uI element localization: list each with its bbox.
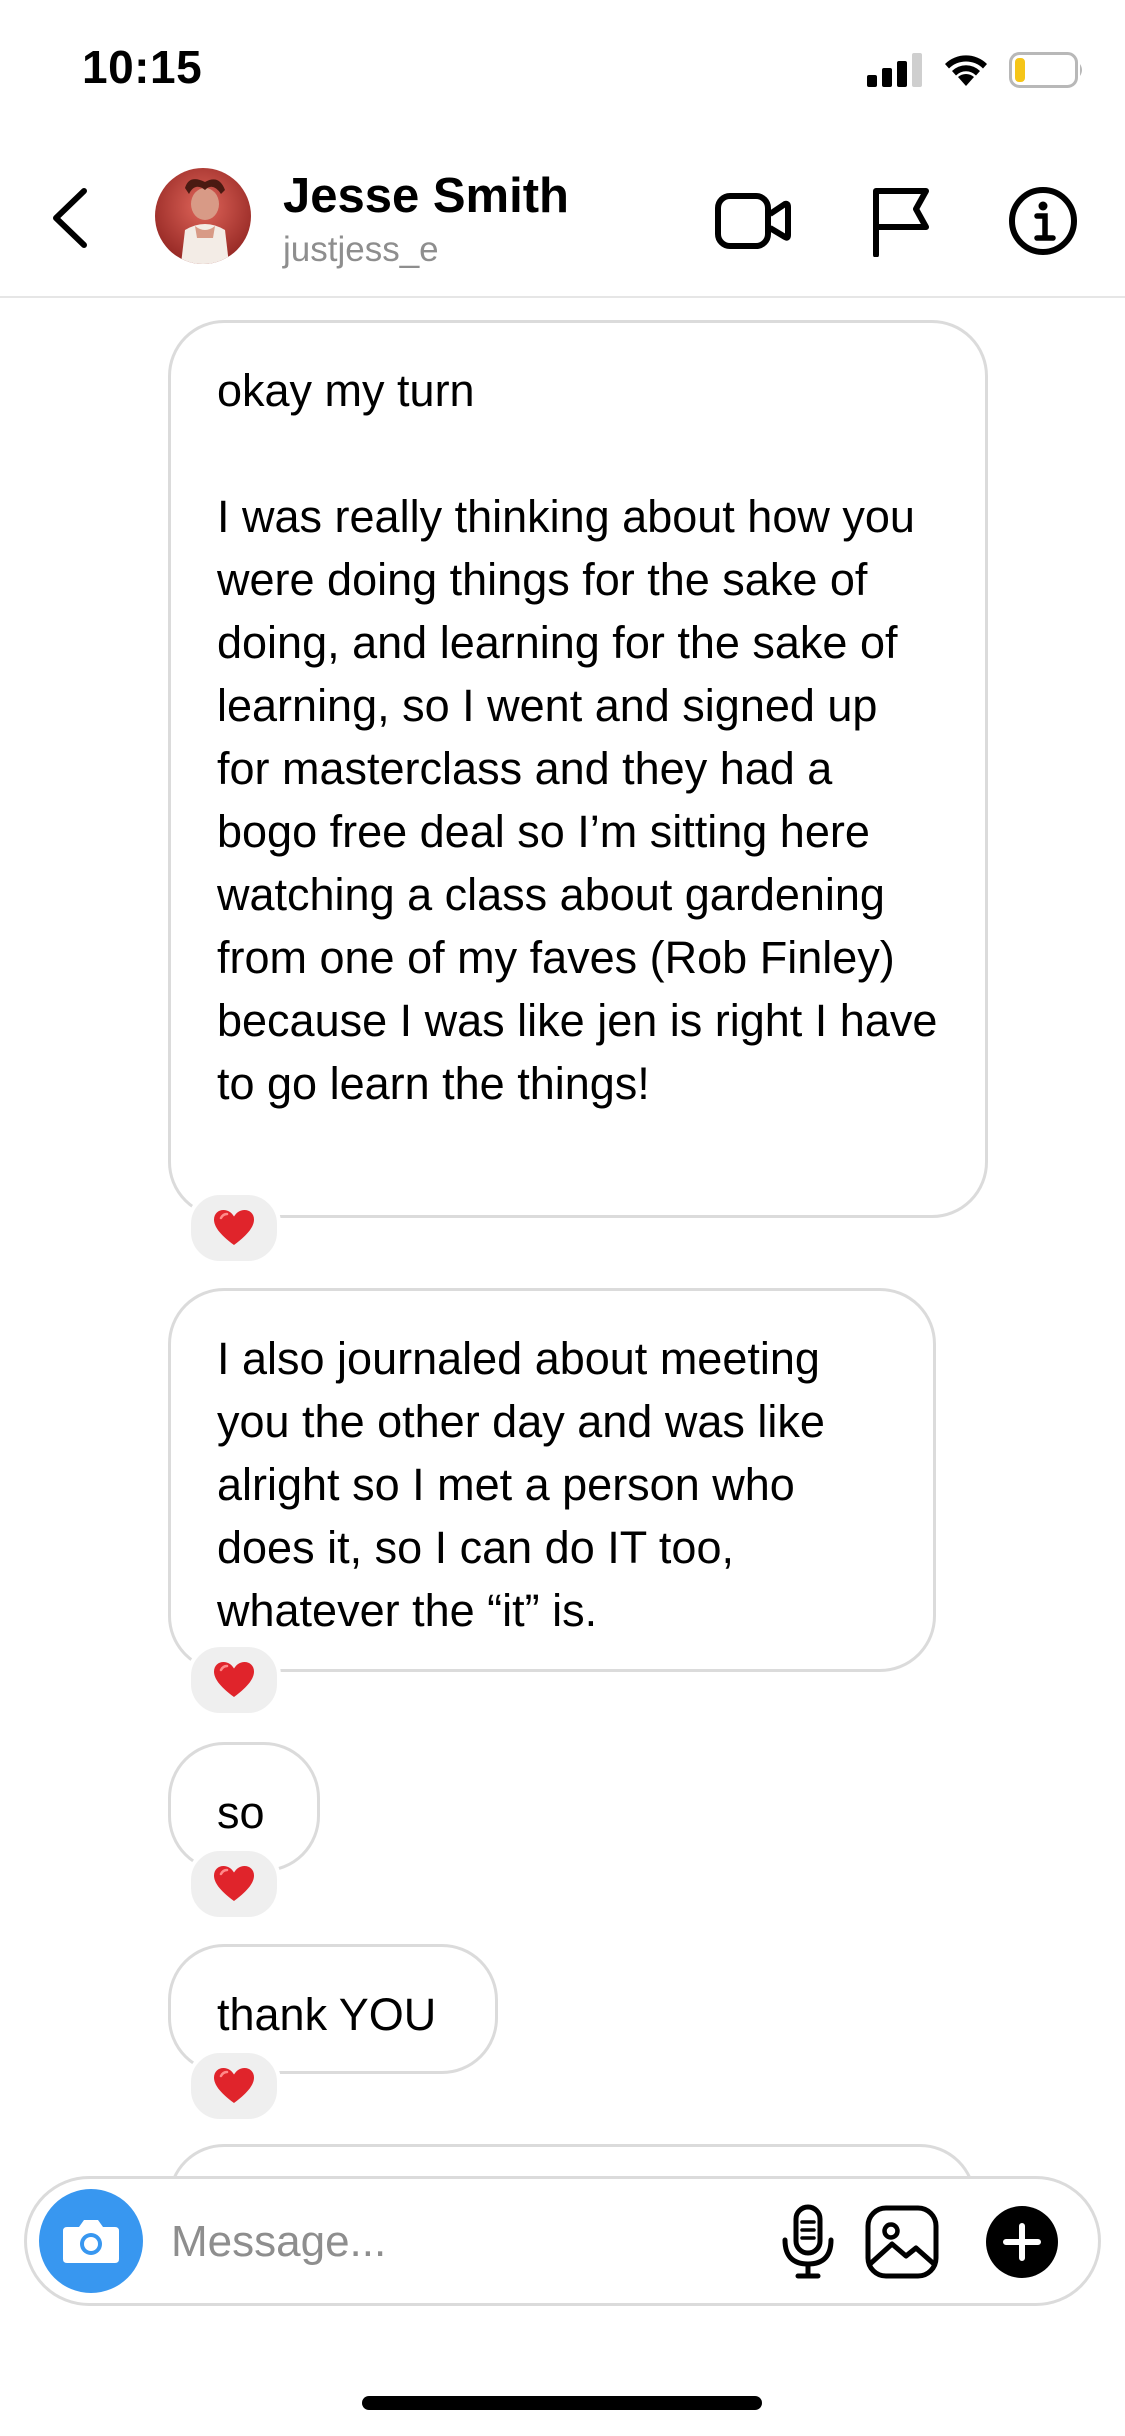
status-icons — [867, 48, 1085, 92]
chevron-left-icon — [53, 188, 87, 248]
heart-icon — [214, 2068, 254, 2103]
report-flag-button[interactable] — [856, 176, 946, 266]
battery-icon — [1009, 52, 1082, 88]
back-button[interactable] — [38, 178, 102, 258]
contact-name[interactable]: Jesse Smith — [283, 168, 569, 224]
camera-icon — [63, 2220, 119, 2263]
cellular-signal-icon — [867, 53, 922, 87]
video-call-button[interactable] — [708, 176, 798, 266]
wifi-icon — [945, 55, 987, 86]
message-composer — [24, 2176, 1101, 2306]
message-bubble[interactable]: I also journaled about meeting you the o… — [168, 1288, 936, 1717]
info-icon — [1009, 187, 1077, 255]
gallery-button[interactable] — [859, 2199, 945, 2285]
heart-icon — [214, 1210, 254, 1245]
microphone-icon — [782, 2204, 834, 2279]
voice-message-button[interactable] — [765, 2199, 851, 2285]
profile-photo — [155, 168, 251, 264]
message-bubble[interactable]: okay my turn I was really thinking about… — [168, 320, 988, 1265]
avatar[interactable] — [155, 168, 251, 264]
video-call-icon — [715, 193, 791, 249]
gallery-icon — [865, 2205, 939, 2279]
status-time: 10:15 — [82, 41, 203, 93]
status-bar: 10:15 — [0, 0, 1125, 140]
heart-icon — [214, 1866, 254, 1901]
message-bubble[interactable]: thank YOU — [168, 1944, 498, 2123]
message-text: I also journaled about meeting you the o… — [217, 1333, 838, 1636]
camera-button[interactable] — [39, 2189, 143, 2293]
heart-reaction[interactable] — [187, 1191, 281, 1265]
plus-icon — [986, 2206, 1058, 2278]
heart-reaction[interactable] — [187, 1643, 281, 1717]
message-input[interactable] — [169, 2201, 733, 2283]
message-thread[interactable]: okay my turn I was really thinking about… — [0, 298, 1125, 2178]
message-bubble[interactable] — [168, 2144, 976, 2178]
flag-icon — [873, 188, 929, 257]
contact-username: justjess_e — [283, 230, 439, 269]
message-text: okay my turn I was really thinking about… — [217, 365, 938, 1109]
heart-icon — [214, 1662, 254, 1697]
conversation-header: Jesse Smith justjess_e — [0, 140, 1125, 298]
heart-reaction[interactable] — [187, 2049, 281, 2123]
home-indicator — [362, 2396, 762, 2410]
heart-reaction[interactable] — [187, 1847, 281, 1921]
info-button[interactable] — [998, 176, 1088, 266]
more-options-button[interactable] — [979, 2199, 1065, 2285]
message-bubble[interactable]: so — [168, 1742, 320, 1921]
